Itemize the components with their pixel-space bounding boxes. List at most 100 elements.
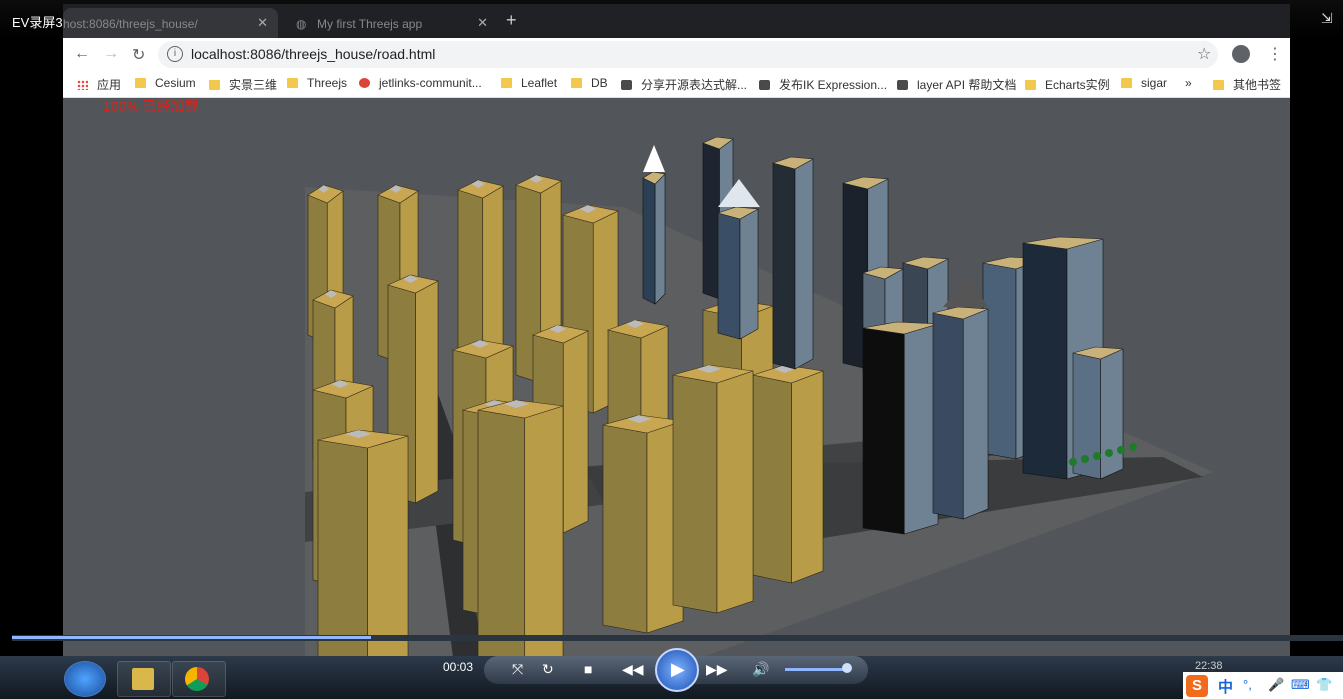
- folder-icon: [1025, 80, 1036, 90]
- glass-tower-face: [717, 212, 741, 340]
- folder-icon: [1121, 78, 1132, 88]
- bookmark-item[interactable]: 其他书签: [1213, 76, 1281, 93]
- bookmark-label: 实景三维: [229, 78, 278, 92]
- bookmark-item[interactable]: jetlinks-communit...: [359, 76, 482, 90]
- bookmark-label: 分享开源表达式解...: [641, 78, 748, 92]
- bookmark-item[interactable]: Cesium: [135, 76, 196, 90]
- bookmark-item[interactable]: Echarts实例: [1025, 76, 1110, 93]
- fast-forward-icon[interactable]: ▶▶: [706, 661, 728, 678]
- glass-tower-face: [1022, 242, 1068, 480]
- tree: [1069, 458, 1077, 466]
- address-bar[interactable]: i localhost:8086/threejs_house/road.html: [158, 41, 1218, 68]
- glass-tower-side: [654, 173, 666, 305]
- taskbar-chrome[interactable]: [172, 661, 226, 697]
- player-controls: 00:03 ⤧ ↻ ■ ◀◀ ▶▶ 🔊 ▶ 22:38: [0, 648, 1343, 699]
- tab-road[interactable]: host:8086/threejs_house/ ✕: [63, 8, 278, 38]
- bookmark-label: 其他书签: [1233, 78, 1282, 92]
- globe-icon: ◍: [296, 17, 307, 31]
- bookmark-label: Threejs: [307, 76, 348, 90]
- loading-status: 100% 已经加载: [103, 98, 199, 114]
- tower-side: [415, 280, 439, 504]
- glass-tower-side: [962, 308, 989, 520]
- bookmark-item[interactable]: 分享开源表达式解...: [621, 76, 747, 93]
- close-tab-icon[interactable]: ✕: [477, 15, 488, 31]
- glass-tower-side: [739, 208, 759, 340]
- menu-icon[interactable]: ⋮: [1267, 44, 1283, 64]
- play-icon: ▶: [671, 659, 685, 679]
- bookmark-label: layer API 帮助文档: [917, 78, 1017, 92]
- taskbar-explorer[interactable]: [117, 661, 171, 697]
- refresh-icon[interactable]: ↻: [542, 661, 554, 678]
- tower-side: [791, 370, 824, 584]
- bookmarks-bar: 应用 Cesium 实景三维 Threejs jetlinks-communit... L…: [63, 71, 1290, 98]
- bookmark-item[interactable]: Leaflet: [501, 76, 557, 90]
- info-icon[interactable]: i: [167, 46, 183, 62]
- rewind-icon[interactable]: ◀◀: [622, 661, 644, 678]
- folder-icon: [132, 668, 154, 690]
- tab-first-app[interactable]: ◍ My first Threejs app ✕: [286, 8, 498, 38]
- apps-grid-icon: [77, 80, 88, 90]
- glass-tower-face: [862, 327, 905, 535]
- bookmark-item[interactable]: 发布IK Expression...: [759, 76, 887, 93]
- elapsed-time: 00:03: [443, 660, 474, 674]
- glass-tower-side: [794, 158, 814, 370]
- stop-icon[interactable]: ■: [584, 661, 592, 677]
- system-clock: 22:38: [1195, 660, 1223, 672]
- tab-strip: host:8086/threejs_house/ ✕ ◍ My first Th…: [63, 4, 1290, 38]
- tab-label: host:8086/threejs_house/: [63, 17, 198, 31]
- tower-face: [602, 424, 648, 634]
- tree: [1129, 443, 1137, 451]
- sogou-logo[interactable]: S: [1186, 675, 1208, 697]
- bookmark-label: sigar: [1141, 76, 1168, 90]
- spire: [943, 277, 988, 307]
- seek-bar[interactable]: [12, 635, 1343, 641]
- bookmark-item[interactable]: »: [1185, 76, 1192, 90]
- bookmark-label: jetlinks-communit...: [379, 76, 482, 90]
- folder-icon: [135, 78, 146, 88]
- bookmark-item[interactable]: Threejs: [287, 76, 347, 90]
- bookmark-label: Leaflet: [521, 76, 558, 90]
- glass-tower-face: [702, 142, 720, 300]
- forward-icon[interactable]: →: [103, 45, 119, 63]
- tower-side: [562, 330, 589, 534]
- gitee-icon: [359, 78, 370, 88]
- volume-slider[interactable]: [785, 668, 847, 671]
- folder-icon: [209, 80, 220, 90]
- bookmark-item[interactable]: layer API 帮助文档: [897, 76, 1016, 93]
- bookmark-item[interactable]: DB: [571, 76, 608, 90]
- url-text[interactable]: localhost:8086/threejs_house/road.html: [191, 46, 435, 62]
- back-icon[interactable]: ←: [74, 45, 90, 63]
- bookmark-label: 应用: [97, 78, 122, 92]
- bookmark-label: »: [1185, 76, 1192, 90]
- play-button[interactable]: ▶: [655, 648, 699, 692]
- bookmark-label: Echarts实例: [1045, 78, 1110, 92]
- tower-face: [672, 374, 718, 614]
- tower-face: [752, 374, 792, 584]
- shrink-icon[interactable]: ⇲: [1321, 10, 1337, 26]
- bookmark-item[interactable]: sigar: [1121, 76, 1167, 90]
- microphone-icon[interactable]: 🎤: [1268, 677, 1284, 693]
- rotate-icon[interactable]: ⤧: [512, 661, 523, 678]
- punctuation-icon[interactable]: °,: [1243, 677, 1252, 692]
- chrome-icon: [185, 667, 209, 691]
- bookmark-label: DB: [591, 76, 608, 90]
- skin-icon[interactable]: 👕: [1316, 677, 1332, 693]
- volume-icon[interactable]: 🔊: [752, 661, 769, 678]
- bookmark-star-icon[interactable]: ☆: [1197, 44, 1211, 64]
- close-tab-icon[interactable]: ✕: [257, 15, 268, 31]
- bookmark-item[interactable]: 实景三维: [209, 76, 277, 93]
- glass-tower-side: [1100, 348, 1124, 480]
- folder-icon: [1213, 80, 1224, 90]
- 3d-city-scene[interactable]: [63, 97, 1290, 656]
- start-button[interactable]: [64, 661, 106, 697]
- bookmark-label: 发布IK Expression...: [779, 78, 888, 92]
- keyboard-icon[interactable]: ⌨: [1291, 677, 1310, 693]
- ime-mode[interactable]: 中: [1218, 676, 1233, 697]
- seek-bar-fill: [12, 636, 372, 639]
- glass-tower-face: [772, 162, 796, 370]
- account-icon[interactable]: [1232, 45, 1250, 63]
- volume-knob[interactable]: [842, 663, 852, 673]
- bookmark-item[interactable]: 应用: [77, 76, 121, 93]
- new-tab-icon[interactable]: +: [506, 10, 517, 31]
- reload-icon[interactable]: ↻: [132, 45, 145, 65]
